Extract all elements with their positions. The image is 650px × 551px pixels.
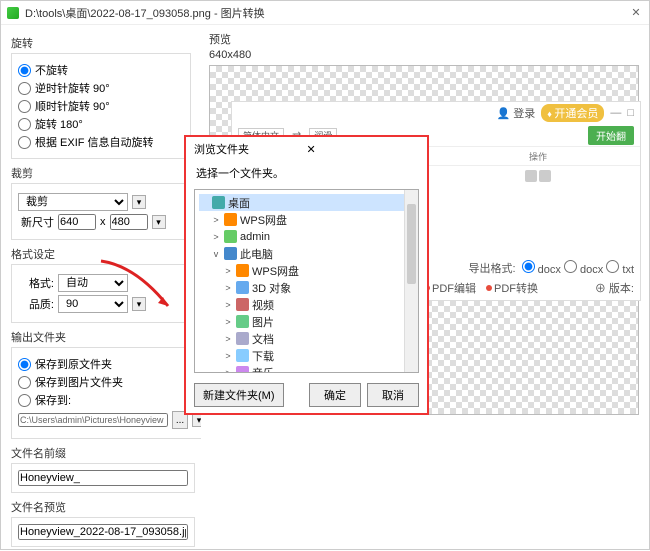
folder-icon bbox=[236, 264, 249, 277]
browse-folder-dialog: 浏览文件夹 ✕ 选择一个文件夹。 桌面>WPS网盘>adminv此电脑>WPS网… bbox=[184, 135, 429, 415]
crop-step-icon[interactable]: ▾ bbox=[132, 195, 146, 209]
output-option[interactable]: 保存到: bbox=[18, 392, 201, 408]
expand-icon[interactable]: > bbox=[223, 351, 233, 361]
height-input[interactable] bbox=[110, 214, 148, 230]
scrollbar[interactable] bbox=[404, 190, 418, 372]
prefix-group bbox=[11, 463, 195, 493]
expand-icon[interactable]: v bbox=[211, 249, 221, 259]
size-label: 新尺寸 bbox=[18, 214, 54, 230]
tab-link[interactable]: PDF编辑 bbox=[424, 280, 476, 296]
tree-item[interactable]: >3D 对象 bbox=[199, 279, 414, 296]
tree-item[interactable]: v此电脑 bbox=[199, 245, 414, 262]
dialog-subtitle: 选择一个文件夹。 bbox=[186, 161, 427, 185]
start-button[interactable]: 开始翻 bbox=[588, 126, 634, 145]
folder-icon bbox=[236, 315, 249, 328]
titlebar: D:\tools\桌面\2022-08-17_093058.png - 图片转换… bbox=[1, 1, 649, 25]
output-option[interactable]: 保存到原文件夹 bbox=[18, 356, 201, 372]
preview-label: 文件名预览 bbox=[11, 499, 191, 515]
window-title: D:\tools\桌面\2022-08-17_093058.png - 图片转换 bbox=[25, 5, 629, 21]
format-group: 格式: 自动 品质: 90 ▾ bbox=[11, 264, 191, 323]
expand-icon[interactable]: > bbox=[223, 266, 233, 276]
quality-step-icon[interactable]: ▾ bbox=[132, 297, 146, 311]
tree-item[interactable]: >WPS网盘 bbox=[199, 211, 414, 228]
expand-icon[interactable]: > bbox=[211, 232, 221, 242]
output-option[interactable]: 保存到图片文件夹 bbox=[18, 374, 201, 390]
row-action-icon[interactable] bbox=[539, 170, 551, 182]
expand-icon[interactable]: > bbox=[223, 368, 233, 374]
expand-icon[interactable]: > bbox=[223, 283, 233, 293]
output-heading: 输出文件夹 bbox=[11, 329, 191, 345]
output-group: 保存到原文件夹保存到图片文件夹保存到:...▾ bbox=[11, 347, 201, 439]
folder-icon bbox=[236, 366, 249, 373]
dialog-close-icon[interactable]: ✕ bbox=[307, 143, 420, 156]
tree-item[interactable]: 桌面 bbox=[199, 194, 414, 211]
min-icon[interactable]: — bbox=[610, 107, 621, 119]
format-select[interactable]: 自动 bbox=[58, 274, 128, 292]
user-icon[interactable]: 👤 登录 bbox=[496, 105, 535, 121]
folder-icon bbox=[224, 213, 237, 226]
x-separator: x bbox=[100, 216, 106, 228]
folder-icon bbox=[224, 230, 237, 243]
tab-link[interactable]: PDF转换 bbox=[486, 280, 538, 296]
cancel-button[interactable]: 取消 bbox=[367, 383, 419, 407]
expand-icon[interactable]: > bbox=[211, 215, 221, 225]
tree-item[interactable]: >视频 bbox=[199, 296, 414, 313]
fmt-radio[interactable]: docx bbox=[522, 264, 564, 276]
rotate-group: 不旋转逆时针旋转 90° 顺时针旋转 90° 旋转 180° 根据 EXIF 信息自动… bbox=[11, 53, 191, 159]
crop-group: 裁剪 ▾ 新尺寸 x ▾ bbox=[11, 183, 191, 240]
prefix-input[interactable] bbox=[18, 470, 188, 486]
folder-icon bbox=[212, 196, 225, 209]
rotate-option[interactable]: 旋转 180° bbox=[18, 116, 184, 132]
new-folder-button[interactable]: 新建文件夹(M) bbox=[194, 383, 284, 407]
fmt-radio[interactable]: docx bbox=[564, 264, 606, 276]
tree-item[interactable]: >WPS网盘 bbox=[199, 262, 414, 279]
tree-item[interactable]: >图片 bbox=[199, 313, 414, 330]
preview-heading: 预览 bbox=[209, 31, 641, 47]
crop-heading: 裁剪 bbox=[11, 165, 191, 181]
width-input[interactable] bbox=[58, 214, 96, 230]
close-icon[interactable]: ✕ bbox=[629, 6, 643, 19]
path-step-icon[interactable]: ▾ bbox=[192, 413, 201, 427]
tree-item[interactable]: >文档 bbox=[199, 330, 414, 347]
vip-button[interactable]: ♦ 开通会员 bbox=[541, 104, 604, 122]
tree-item[interactable]: >下载 bbox=[199, 347, 414, 364]
rotate-option[interactable]: 根据 EXIF 信息自动旋转 bbox=[18, 134, 184, 150]
quality-select[interactable]: 90 bbox=[58, 295, 128, 313]
rotate-heading: 旋转 bbox=[11, 35, 191, 51]
row-action-icon[interactable] bbox=[525, 170, 537, 182]
preview-group bbox=[11, 517, 195, 547]
expand-icon[interactable]: > bbox=[223, 317, 233, 327]
folder-tree[interactable]: 桌面>WPS网盘>adminv此电脑>WPS网盘>3D 对象>视频>图片>文档>… bbox=[194, 189, 419, 373]
folder-icon bbox=[236, 332, 249, 345]
rotate-option[interactable]: 顺时针旋转 90° bbox=[18, 98, 184, 114]
version-label: ⊕ 版本: bbox=[595, 280, 634, 296]
path-input[interactable] bbox=[18, 413, 168, 427]
rotate-option[interactable]: 逆时针旋转 90° bbox=[18, 80, 184, 96]
left-panel: 旋转 不旋转逆时针旋转 90° 顺时针旋转 90° 旋转 180° 根据 EXIF 信… bbox=[1, 25, 201, 551]
fmt-label: 格式: bbox=[18, 275, 54, 291]
quality-label: 品质: bbox=[18, 296, 54, 312]
fmt-radio[interactable]: txt bbox=[606, 264, 634, 276]
tree-item[interactable]: >音乐 bbox=[199, 364, 414, 373]
folder-icon bbox=[236, 281, 249, 294]
expand-icon[interactable]: > bbox=[223, 334, 233, 344]
preview-dims: 640x480 bbox=[209, 49, 641, 61]
prefix-label: 文件名前缀 bbox=[11, 445, 191, 461]
folder-icon bbox=[236, 298, 249, 311]
format-heading: 格式设定 bbox=[11, 246, 191, 262]
app-icon bbox=[7, 7, 19, 19]
expand-icon[interactable]: > bbox=[223, 300, 233, 310]
dialog-title: 浏览文件夹 bbox=[194, 141, 307, 157]
crop-mode-select[interactable]: 裁剪 bbox=[18, 193, 128, 211]
folder-icon bbox=[224, 247, 237, 260]
preview-input[interactable] bbox=[18, 524, 188, 540]
rotate-option[interactable]: 不旋转 bbox=[18, 62, 184, 78]
size-step-icon[interactable]: ▾ bbox=[152, 215, 166, 229]
tree-item[interactable]: >admin bbox=[199, 228, 414, 245]
max-icon[interactable]: □ bbox=[627, 107, 634, 119]
ok-button[interactable]: 确定 bbox=[309, 383, 361, 407]
folder-icon bbox=[236, 349, 249, 362]
